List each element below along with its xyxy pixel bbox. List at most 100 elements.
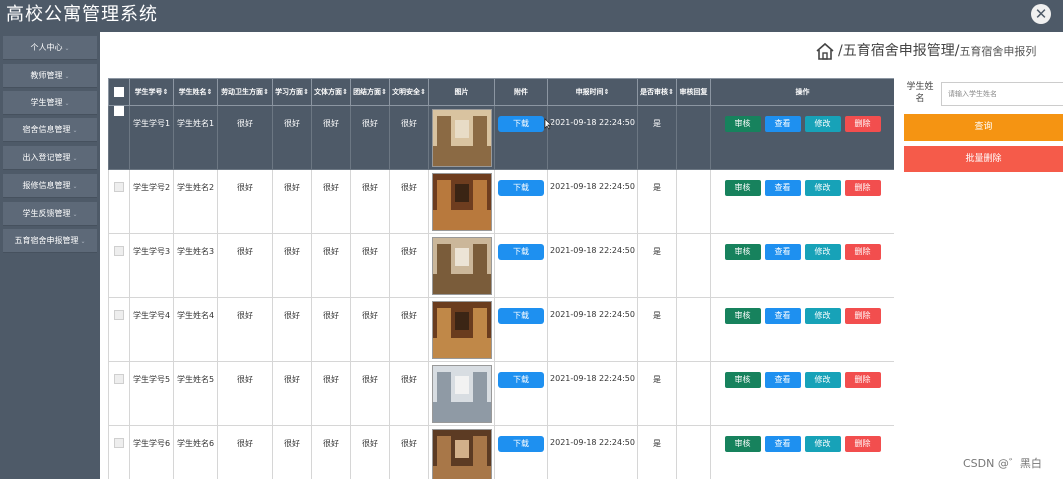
sidebar-item-feedback[interactable]: 学生反馈管理 ⌄ bbox=[3, 202, 97, 226]
audit-button[interactable]: 审核 bbox=[724, 180, 761, 196]
sort-icon[interactable]: ⇕ bbox=[381, 88, 387, 96]
download-button[interactable]: 下载 bbox=[498, 372, 544, 388]
col-header[interactable]: 文明安全⇕ bbox=[389, 78, 429, 106]
audit-button[interactable]: 审核 bbox=[724, 244, 761, 260]
audit-button[interactable]: 审核 bbox=[724, 436, 761, 452]
col-header[interactable]: 团结方面⇕ bbox=[350, 78, 390, 106]
sidebar-item-wuyu-dorm[interactable]: 五育宿舍申报管理 ⌄ bbox=[3, 229, 97, 253]
sort-icon[interactable]: ⇕ bbox=[668, 88, 674, 96]
bulk-delete-button[interactable]: 批量删除 bbox=[904, 146, 1063, 172]
row-checkbox[interactable] bbox=[114, 106, 124, 116]
col-header[interactable]: 文体方面⇕ bbox=[311, 78, 351, 106]
edit-button[interactable]: 修改 bbox=[804, 116, 841, 132]
download-button[interactable]: 下载 bbox=[498, 180, 544, 196]
cell-study: 很好 bbox=[272, 361, 312, 426]
sort-icon[interactable]: ⇕ bbox=[342, 88, 348, 96]
row-checkbox[interactable] bbox=[114, 182, 124, 192]
download-button[interactable]: 下载 bbox=[498, 116, 544, 132]
view-button[interactable]: 查看 bbox=[764, 116, 801, 132]
home-icon[interactable] bbox=[815, 42, 835, 60]
table-row[interactable]: 学生学号6 学生姓名6 很好 很好 很好 很好 很好 下载 2021-09-18 22:24:5… bbox=[108, 425, 894, 479]
row-checkbox[interactable] bbox=[114, 246, 124, 256]
edit-button[interactable]: 修改 bbox=[804, 308, 841, 324]
col-header: 操作 bbox=[710, 78, 894, 106]
sidebar: 个人中心 ⌄ 教师管理 ⌄ 学生管理 ⌄ 宿舍信息管理 ⌄ 出入登记管理 ⌄ 报修信息管理… bbox=[0, 32, 100, 479]
view-button[interactable]: 查看 bbox=[764, 436, 801, 452]
col-header[interactable]: 是否审核⇕ bbox=[637, 78, 677, 106]
view-button[interactable]: 查看 bbox=[764, 180, 801, 196]
row-checkbox[interactable] bbox=[114, 374, 124, 384]
chevron-down-icon: ⌄ bbox=[80, 238, 86, 245]
audit-button[interactable]: 审核 bbox=[724, 372, 761, 388]
edit-button[interactable]: 修改 bbox=[804, 180, 841, 196]
col-header[interactable]: 学生学号⇕ bbox=[129, 78, 174, 106]
row-select-cell[interactable] bbox=[108, 425, 130, 479]
edit-button[interactable]: 修改 bbox=[804, 372, 841, 388]
download-button[interactable]: 下载 bbox=[498, 244, 544, 260]
download-button[interactable]: 下载 bbox=[498, 308, 544, 324]
row-select-cell[interactable] bbox=[108, 361, 130, 426]
student-name-search-input[interactable] bbox=[941, 82, 1063, 106]
sidebar-item-teachers[interactable]: 教师管理 ⌄ bbox=[3, 64, 97, 88]
col-header[interactable]: 申报时间⇕ bbox=[547, 78, 638, 106]
dorm-room-photo[interactable] bbox=[431, 365, 492, 423]
delete-button[interactable]: 删除 bbox=[844, 308, 881, 324]
sort-icon[interactable]: ⇕ bbox=[263, 88, 269, 96]
delete-button[interactable]: 删除 bbox=[844, 116, 881, 132]
row-select-cell[interactable] bbox=[108, 297, 130, 362]
table-row[interactable]: 学生学号2 学生姓名2 很好 很好 很好 很好 很好 下载 2021-09-18 22:24:5… bbox=[108, 169, 894, 234]
col-header[interactable]: 学生姓名⇕ bbox=[173, 78, 218, 106]
col-header[interactable]: 学习方面⇕ bbox=[272, 78, 312, 106]
edit-button[interactable]: 修改 bbox=[804, 436, 841, 452]
cell-safety: 很好 bbox=[389, 425, 429, 479]
cell-id: 学生学号4 bbox=[129, 297, 174, 362]
dorm-room-photo[interactable] bbox=[431, 429, 492, 479]
audit-button[interactable]: 审核 bbox=[724, 116, 761, 132]
cell-sports: 很好 bbox=[311, 105, 351, 170]
delete-button[interactable]: 删除 bbox=[844, 372, 881, 388]
delete-button[interactable]: 删除 bbox=[844, 180, 881, 196]
sort-icon[interactable]: ⇕ bbox=[604, 88, 610, 96]
query-button[interactable]: 查询 bbox=[904, 114, 1063, 141]
sidebar-item-entry-log[interactable]: 出入登记管理 ⌄ bbox=[3, 146, 97, 170]
row-select-cell[interactable] bbox=[108, 105, 130, 170]
table-row[interactable]: 学生学号4 学生姓名4 很好 很好 很好 很好 很好 下载 2021-09-18 22:24:5… bbox=[108, 297, 894, 362]
chevron-down-icon: ⌄ bbox=[72, 211, 78, 218]
dorm-room-photo[interactable] bbox=[431, 237, 492, 295]
cell-sports: 很好 bbox=[311, 425, 351, 479]
cell-reply bbox=[676, 361, 711, 426]
edit-button[interactable]: 修改 bbox=[804, 244, 841, 260]
cell-audited: 是 bbox=[637, 361, 677, 426]
row-checkbox[interactable] bbox=[114, 310, 124, 320]
table-row[interactable]: 学生学号1 学生姓名1 很好 很好 很好 很好 很好 下载 2021-09-18 22:24:5… bbox=[108, 105, 894, 170]
row-checkbox[interactable] bbox=[114, 438, 124, 448]
sidebar-item-students[interactable]: 学生管理 ⌄ bbox=[3, 91, 97, 115]
delete-button[interactable]: 删除 bbox=[844, 436, 881, 452]
select-all-cell[interactable] bbox=[108, 78, 130, 106]
close-icon[interactable]: ✕ bbox=[1031, 4, 1051, 24]
view-button[interactable]: 查看 bbox=[764, 372, 801, 388]
dorm-room-photo[interactable] bbox=[431, 173, 492, 231]
sidebar-item-profile[interactable]: 个人中心 ⌄ bbox=[3, 36, 97, 60]
sort-icon[interactable]: ⇕ bbox=[207, 88, 213, 96]
col-header[interactable]: 劳动卫生方面⇕ bbox=[217, 78, 273, 106]
table-row[interactable]: 学生学号3 学生姓名3 很好 很好 很好 很好 很好 下载 2021-09-18 22:24:5… bbox=[108, 233, 894, 298]
sort-icon[interactable]: ⇕ bbox=[163, 88, 169, 96]
view-button[interactable]: 查看 bbox=[764, 308, 801, 324]
dorm-room-photo[interactable] bbox=[431, 301, 492, 359]
cell-unity: 很好 bbox=[350, 361, 390, 426]
sidebar-item-dorms[interactable]: 宿舍信息管理 ⌄ bbox=[3, 118, 97, 142]
row-select-cell[interactable] bbox=[108, 169, 130, 234]
select-all-checkbox[interactable] bbox=[114, 87, 124, 97]
delete-button[interactable]: 删除 bbox=[844, 244, 881, 260]
dorm-room-photo[interactable] bbox=[431, 109, 492, 167]
table-row[interactable]: 学生学号5 学生姓名5 很好 很好 很好 很好 很好 下载 2021-09-18 22:24:5… bbox=[108, 361, 894, 426]
view-button[interactable]: 查看 bbox=[764, 244, 801, 260]
row-select-cell[interactable] bbox=[108, 233, 130, 298]
sort-icon[interactable]: ⇕ bbox=[303, 88, 309, 96]
audit-button[interactable]: 审核 bbox=[724, 308, 761, 324]
sort-icon[interactable]: ⇕ bbox=[420, 88, 426, 96]
download-button[interactable]: 下载 bbox=[498, 436, 544, 452]
breadcrumb-main[interactable]: 五育宿舍申报管理 bbox=[843, 43, 955, 59]
sidebar-item-repairs[interactable]: 报修信息管理 ⌄ bbox=[3, 174, 97, 198]
